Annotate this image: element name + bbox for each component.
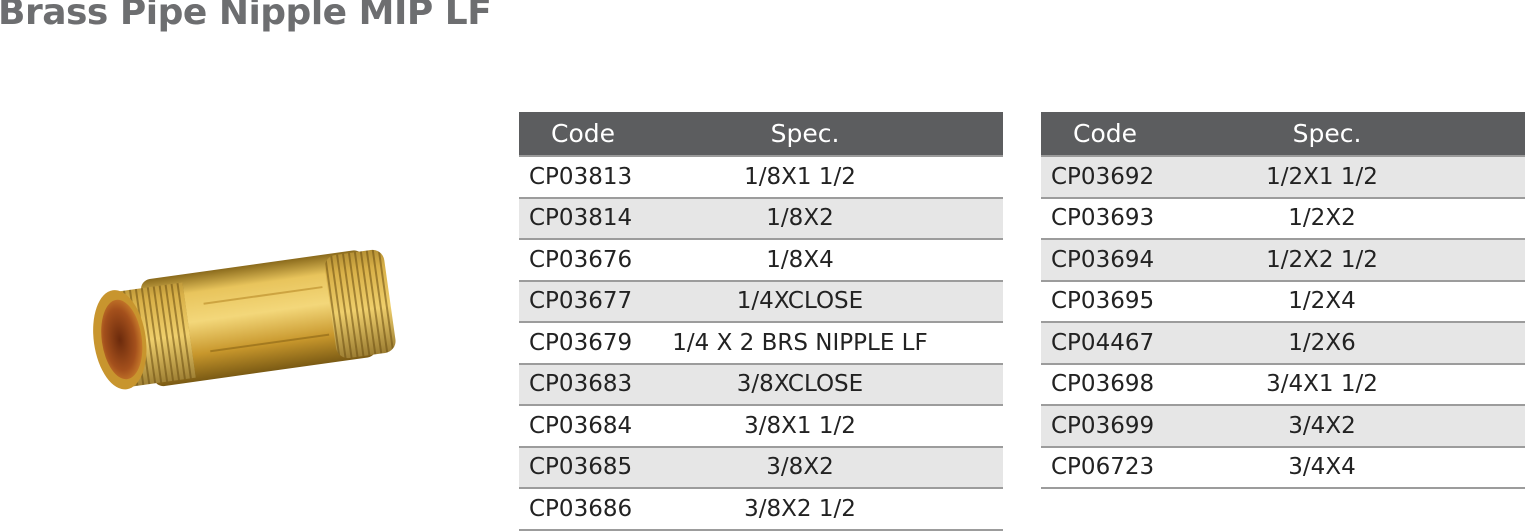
spec-cell: 1/2X1 1/2 — [1169, 156, 1525, 199]
code-cell: CP03814 — [519, 197, 647, 240]
table-row: CP03699 3/4X2 — [1041, 405, 1525, 448]
spec-cell: 3/4X4 — [1169, 446, 1525, 489]
column-header-spec: Spec. — [1169, 112, 1525, 157]
code-cell: CP03698 — [1041, 363, 1169, 406]
spec-cell: 1/2X2 — [1169, 197, 1525, 240]
code-cell: CP03679 — [519, 322, 647, 365]
spec-cell: 3/8XCLOSE — [647, 363, 1003, 406]
spec-cell: 1/2X2 1/2 — [1169, 239, 1525, 282]
table-row: CP03676 1/8X4 — [519, 239, 1003, 282]
code-cell: CP03676 — [519, 239, 647, 282]
column-header-code: Code — [1041, 112, 1169, 157]
code-cell: CP03695 — [1041, 280, 1169, 323]
table-row: CP03693 1/2X2 — [1041, 197, 1525, 240]
spec-cell: 1/4XCLOSE — [647, 280, 1003, 323]
column-header-code: Code — [519, 112, 647, 157]
table-row: CP03683 3/8XCLOSE — [519, 363, 1003, 406]
spec-cell: 3/8X2 — [647, 446, 1003, 489]
spec-cell: 1/8X2 — [647, 197, 1003, 240]
code-cell: CP03683 — [519, 363, 647, 406]
code-cell: CP03684 — [519, 405, 647, 448]
code-cell: CP03677 — [519, 280, 647, 323]
table-row: CP03686 3/8X2 1/2 — [519, 488, 1003, 531]
code-cell: CP06723 — [1041, 446, 1169, 489]
page-title: Brass Pipe Nipple MIP LF — [0, 0, 492, 33]
table-row: CP03679 1/4 X 2 BRS NIPPLE LF — [519, 322, 1003, 365]
table-row: CP03685 3/8X2 — [519, 446, 1003, 489]
table-header-row: Code Spec. — [519, 112, 1003, 157]
table-row: CP03694 1/2X2 1/2 — [1041, 239, 1525, 282]
code-cell: CP03686 — [519, 488, 647, 531]
table-row: CP03813 1/8X1 1/2 — [519, 156, 1003, 199]
table-row: CP03684 3/8X1 1/2 — [519, 405, 1003, 448]
spec-cell: 1/2X6 — [1169, 322, 1525, 365]
table-row: CP04467 1/2X6 — [1041, 322, 1525, 365]
code-cell: CP03692 — [1041, 156, 1169, 199]
code-cell: CP03693 — [1041, 197, 1169, 240]
table-row: CP03692 1/2X1 1/2 — [1041, 156, 1525, 199]
spec-cell: 1/8X4 — [647, 239, 1003, 282]
spec-table-left: Code Spec. CP03813 1/8X1 1/2 CP03814 1/8… — [519, 112, 1003, 531]
brass-pipe-nipple-image — [93, 249, 396, 390]
spec-cell: 3/4X1 1/2 — [1169, 363, 1525, 406]
spec-table-right: Code Spec. CP03692 1/2X1 1/2 CP03693 1/2… — [1041, 112, 1525, 489]
spec-cell: 3/4X2 — [1169, 405, 1525, 448]
code-cell: CP04467 — [1041, 322, 1169, 365]
table-row: CP03677 1/4XCLOSE — [519, 280, 1003, 323]
table-header-row: Code Spec. — [1041, 112, 1525, 157]
spec-cell: 1/8X1 1/2 — [647, 156, 1003, 199]
spec-cell: 3/8X2 1/2 — [647, 488, 1003, 531]
code-cell: CP03694 — [1041, 239, 1169, 282]
table-row: CP03695 1/2X4 — [1041, 280, 1525, 323]
table-row: CP03698 3/4X1 1/2 — [1041, 363, 1525, 406]
code-cell: CP03813 — [519, 156, 647, 199]
spec-cell: 1/2X4 — [1169, 280, 1525, 323]
column-header-spec: Spec. — [647, 112, 1003, 157]
code-cell: CP03699 — [1041, 405, 1169, 448]
spec-cell: 1/4 X 2 BRS NIPPLE LF — [647, 322, 1003, 365]
spec-cell: 3/8X1 1/2 — [647, 405, 1003, 448]
code-cell: CP03685 — [519, 446, 647, 489]
table-row: CP06723 3/4X4 — [1041, 446, 1525, 489]
table-row: CP03814 1/8X2 — [519, 197, 1003, 240]
